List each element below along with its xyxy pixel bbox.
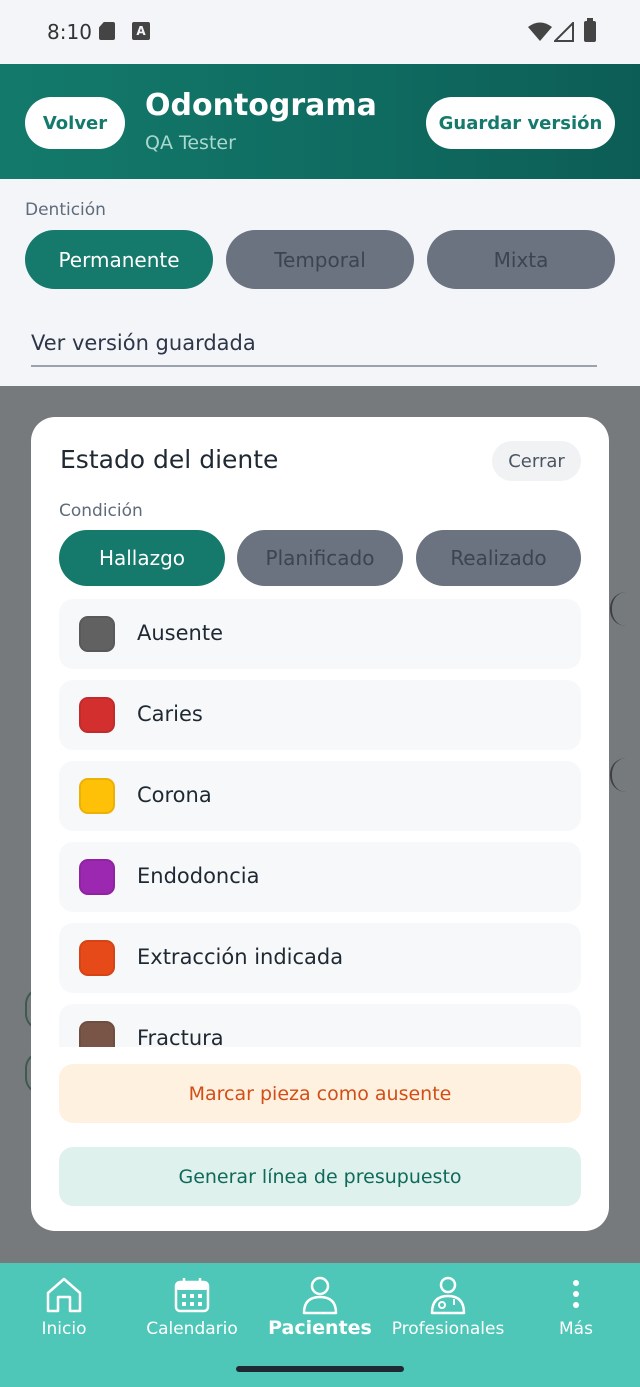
bottom-navigation: Inicio Calendario Pacientes Profesionale… (0, 1263, 640, 1387)
dentition-permanent-button[interactable]: Permanente (25, 230, 213, 289)
condition-finding-button[interactable]: Hallazgo (59, 530, 225, 586)
nav-label: Más (559, 1319, 593, 1339)
state-item-extraction[interactable]: Extracción indicada (59, 923, 581, 993)
mark-absent-button[interactable]: Marcar pieza como ausente (59, 1064, 581, 1123)
state-label: Ausente (137, 621, 223, 645)
generate-budget-button[interactable]: Generar línea de presupuesto (59, 1147, 581, 1206)
color-swatch (79, 778, 115, 814)
nav-item-patients[interactable]: Pacientes (256, 1275, 384, 1355)
more-vertical-icon (573, 1280, 579, 1308)
color-swatch (79, 1021, 115, 1047)
state-label: Corona (137, 783, 212, 807)
condition-label: Condición (59, 501, 143, 521)
app-header: Volver Odontograma QA Tester Guardar ver… (0, 64, 640, 179)
condition-planned-button[interactable]: Planificado (237, 530, 403, 586)
dentition-mixed-button[interactable]: Mixta (427, 230, 615, 289)
doctor-icon (430, 1276, 466, 1315)
color-swatch (79, 940, 115, 976)
signal-icon (554, 22, 574, 42)
status-bar: 8:10 A (0, 0, 640, 64)
color-swatch (79, 859, 115, 895)
nav-item-more[interactable]: Más (512, 1275, 640, 1355)
nav-item-professionals[interactable]: Profesionales (384, 1275, 512, 1355)
battery-icon (584, 18, 596, 42)
saved-version-select[interactable]: Ver versión guardada (31, 331, 597, 367)
calendar-icon (174, 1278, 210, 1313)
state-list[interactable]: Ausente Caries Corona Endodoncia Extracc… (59, 599, 581, 1047)
nav-label: Profesionales (391, 1319, 505, 1339)
sd-card-icon (99, 22, 115, 40)
state-label: Fractura (137, 1026, 224, 1047)
color-swatch (79, 697, 115, 733)
state-item-absent[interactable]: Ausente (59, 599, 581, 669)
font-icon: A (132, 22, 150, 40)
state-label: Endodoncia (137, 864, 260, 888)
status-time: 8:10 (47, 20, 92, 44)
state-item-endodontics[interactable]: Endodoncia (59, 842, 581, 912)
nav-item-calendar[interactable]: Calendario (128, 1275, 256, 1355)
page-title: Odontograma (145, 88, 377, 123)
state-item-crown[interactable]: Corona (59, 761, 581, 831)
state-item-caries[interactable]: Caries (59, 680, 581, 750)
nav-label: Calendario (146, 1319, 238, 1339)
state-item-fracture[interactable]: Fractura (59, 1004, 581, 1047)
background-tooth (610, 592, 640, 626)
tooth-state-modal: Estado del diente Cerrar Condición Halla… (31, 417, 609, 1231)
condition-done-button[interactable]: Realizado (416, 530, 581, 586)
state-label: Caries (137, 702, 203, 726)
gesture-home-bar[interactable] (236, 1366, 404, 1372)
modal-title: Estado del diente (60, 445, 279, 474)
dentition-label: Dentición (25, 200, 106, 220)
home-icon (46, 1277, 82, 1313)
background-tooth (610, 758, 640, 792)
page-subtitle: QA Tester (145, 132, 236, 154)
dentition-temporary-button[interactable]: Temporal (226, 230, 414, 289)
back-button[interactable]: Volver (25, 97, 125, 149)
wifi-icon (528, 22, 552, 41)
nav-label: Inicio (41, 1319, 87, 1339)
color-swatch (79, 616, 115, 652)
person-icon (302, 1276, 338, 1315)
nav-label: Pacientes (268, 1317, 372, 1339)
state-label: Extracción indicada (137, 945, 344, 969)
close-button[interactable]: Cerrar (492, 441, 581, 481)
nav-item-home[interactable]: Inicio (0, 1275, 128, 1355)
save-version-button[interactable]: Guardar versión (426, 97, 615, 149)
